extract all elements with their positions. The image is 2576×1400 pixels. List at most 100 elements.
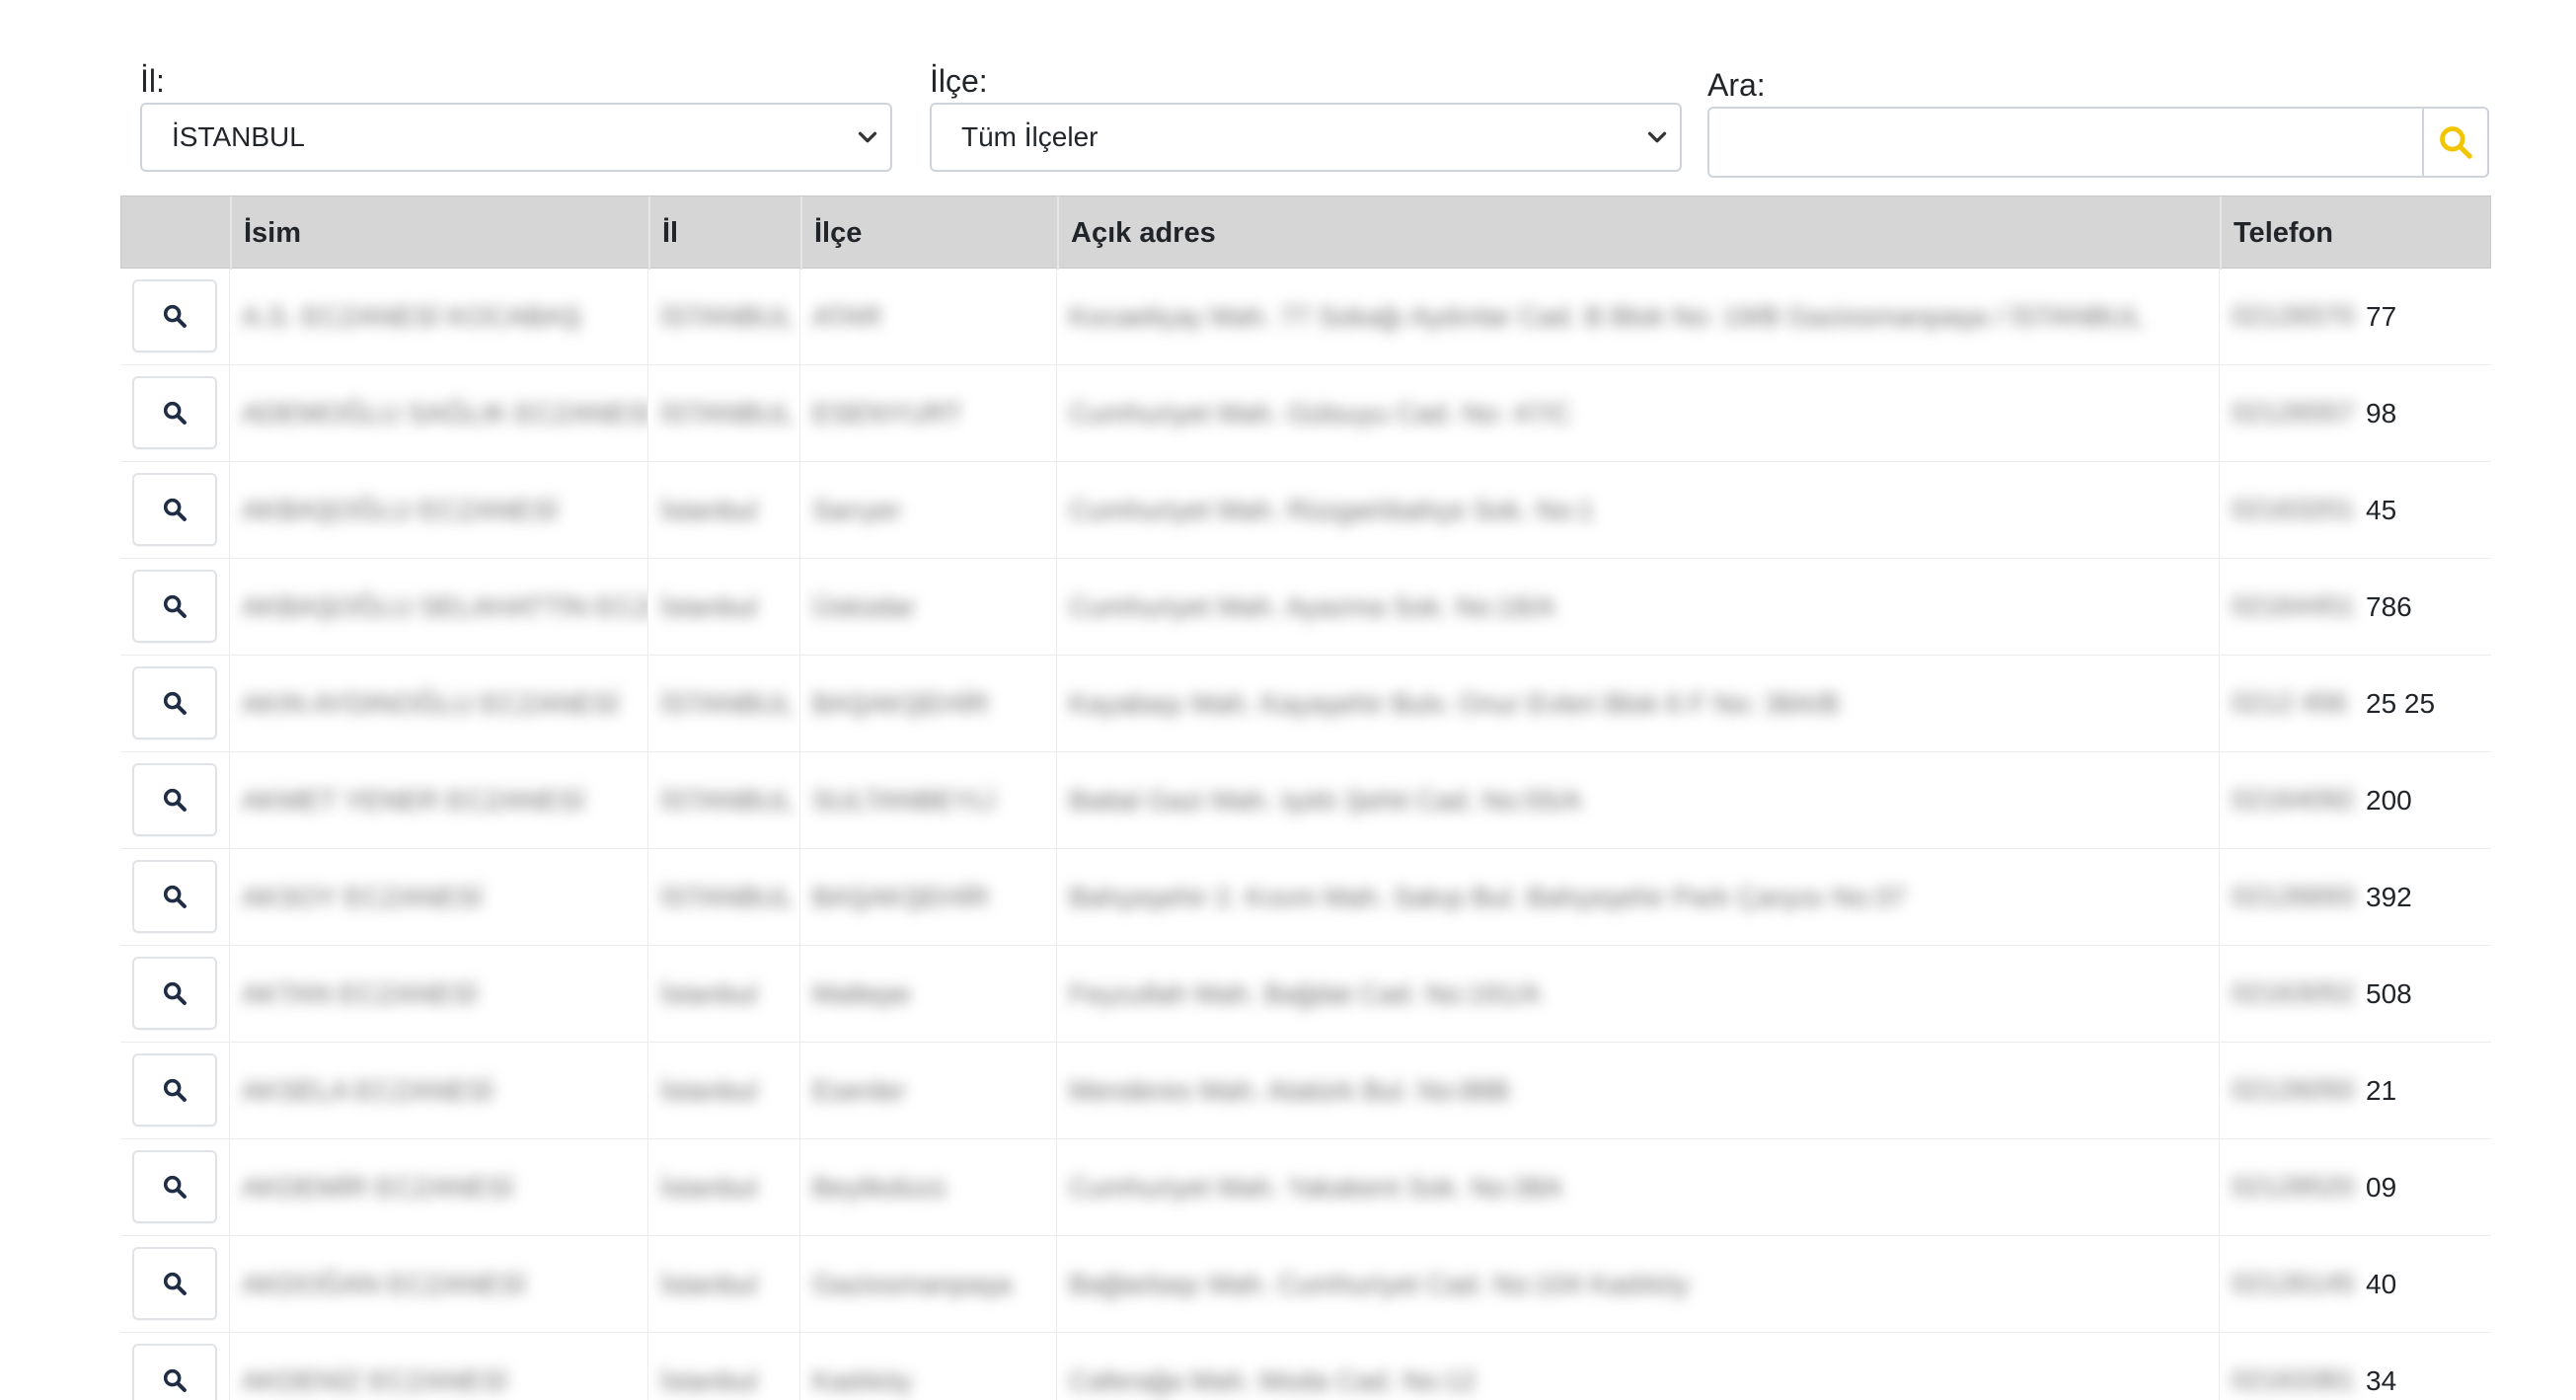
cell-isim-text: AKTAN ECZANESİ	[242, 978, 479, 1009]
ilce-label: İlçe:	[930, 63, 988, 99]
row-view-button[interactable]	[132, 376, 217, 449]
cell-telefon: 02126693 392	[2219, 849, 2491, 946]
il-select[interactable]: İSTANBUL	[140, 103, 892, 172]
row-view-button[interactable]	[132, 473, 217, 546]
cell-isim-text: AKBAŞOĞLU SELAHATTİN ECZANESİ	[242, 591, 647, 622]
search-input[interactable]	[1707, 107, 2424, 178]
search-icon	[163, 304, 187, 328]
cell-adres-text: Feyzullah Mah. Bağdat Cad. No:191/A	[1069, 978, 1541, 1009]
cell-adres: Caferağa Mah. Moda Cad. No:12	[1056, 1333, 2219, 1400]
cell-isim: AKSOY ECZANESİ	[229, 849, 647, 946]
telefon-visible-part: 21	[2366, 1075, 2397, 1106]
header-action	[121, 196, 230, 270]
row-view-button[interactable]	[132, 860, 217, 933]
cell-il: İSTANBUL	[647, 849, 799, 946]
search-button[interactable]	[2422, 107, 2489, 178]
cell-ilce: Gaziosmanpaşa	[799, 1236, 1056, 1333]
row-view-button[interactable]	[132, 1247, 217, 1320]
cell-telefon: 0212 456 25 25	[2219, 656, 2491, 752]
cell-il-text: İSTANBUL	[660, 301, 794, 332]
cell-adres-text: Battal Gazi Mah. Işıklı Şehit Cad. No:55…	[1069, 785, 1582, 816]
cell-adres: Cumhuriyet Mah. Ayazma Sok. No:18/A	[1056, 559, 2219, 656]
search-icon	[163, 594, 187, 618]
search-icon	[163, 1078, 187, 1102]
table-row: A.S. ECZANESİ KOCABAŞ İSTANBUL ATAR Kocaeli…	[120, 269, 2491, 365]
row-view-button[interactable]	[132, 957, 217, 1030]
cell-telefon: 02163052 508	[2219, 946, 2491, 1043]
row-action-cell	[120, 656, 229, 752]
cell-ilce-text: ATAR	[812, 301, 882, 332]
cell-adres-text: Bahçeşehir 2. Kısım Mah. Sakıp Bul. Bahç…	[1069, 882, 1907, 912]
cell-il: İstanbul	[647, 462, 799, 559]
table-row: AKSELA ECZANESİ İstanbul Esenler Menderes M…	[120, 1043, 2491, 1139]
search-icon	[2440, 126, 2472, 159]
cell-il: İstanbul	[647, 1236, 799, 1333]
header-acik-adres[interactable]: Açık adres	[1057, 196, 2220, 270]
header-telefon[interactable]: Telefon	[2220, 196, 2491, 270]
cell-isim-text: AKDOĞAN ECZANESİ	[242, 1269, 526, 1299]
cell-isim-text: AKDEMİR ECZANESİ	[242, 1172, 514, 1203]
telefon-hidden-part: 02128520	[2232, 1171, 2355, 1202]
ilce-select-value: Tüm İlçeler	[961, 121, 1099, 152]
cell-isim-text: AKSELA ECZANESİ	[242, 1075, 494, 1106]
row-view-button[interactable]	[132, 1053, 217, 1127]
row-view-button[interactable]	[132, 666, 217, 739]
cell-il-text: İstanbul	[660, 1172, 758, 1203]
row-view-button[interactable]	[132, 1344, 217, 1400]
table-header: İsim İl İlçe Açık adres Telefon	[120, 195, 2491, 270]
row-view-button[interactable]	[132, 279, 217, 352]
header-isim[interactable]: İsim	[230, 196, 648, 270]
cell-telefon: 02126570 77	[2219, 269, 2491, 365]
row-action-cell	[120, 365, 229, 462]
cell-isim: AKTAN ECZANESİ	[229, 946, 647, 1043]
telefon-hidden-part: 0212 456	[2232, 687, 2347, 718]
cell-ilce-text: Sarıyer	[812, 495, 902, 525]
telefon-hidden-part: 02126050	[2232, 1074, 2355, 1105]
cell-adres-text: Cumhuriyet Mah. Gülsuyu Cad. No: 47/C	[1069, 398, 1571, 428]
cell-isim-text: AKMET YENER ECZANESİ	[242, 785, 585, 816]
cell-adres-text: Bağlarbaşı Mah. Cumhuriyet Cad. No:104 K…	[1069, 1269, 1690, 1299]
cell-telefon: 02128520 09	[2219, 1139, 2491, 1236]
telefon-visible-part: 45	[2366, 495, 2397, 525]
cell-isim: AKBAŞOĞLU ECZANESİ	[229, 462, 647, 559]
row-view-button[interactable]	[132, 763, 217, 836]
telefon-hidden-part: 02126557	[2232, 397, 2355, 428]
cell-isim: AKDENİZ ECZANESİ	[229, 1333, 647, 1400]
telefon-hidden-part: 02163052	[2232, 977, 2355, 1008]
cell-telefon: 02163201 45	[2219, 462, 2491, 559]
cell-il-text: İstanbul	[660, 1075, 758, 1106]
table-row: AKDEMİR ECZANESİ İstanbul Beylikdüzü Cumhur…	[120, 1139, 2491, 1236]
ara-label: Ara:	[1707, 67, 1766, 103]
search-icon	[163, 1368, 187, 1392]
cell-adres: Menderes Mah. Atatürk Bul. No:88B	[1056, 1043, 2219, 1139]
cell-isim: AKMET YENER ECZANESİ	[229, 752, 647, 849]
cell-ilce: ESENYURT	[799, 365, 1056, 462]
cell-adres-text: Cumhuriyet Mah. Ayazma Sok. No:18/A	[1069, 591, 1555, 622]
cell-ilce-text: ESENYURT	[812, 398, 962, 428]
telefon-visible-part: 98	[2366, 398, 2397, 428]
header-il[interactable]: İl	[648, 196, 800, 270]
row-view-button[interactable]	[132, 1150, 217, 1223]
cell-adres: Battal Gazi Mah. Işıklı Şehit Cad. No:55…	[1056, 752, 2219, 849]
row-view-button[interactable]	[132, 570, 217, 643]
telefon-visible-part: 786	[2366, 591, 2412, 622]
cell-adres: Cumhuriyet Mah. Gülsuyu Cad. No: 47/C	[1056, 365, 2219, 462]
cell-adres: Kocaeliçay Mah. 77 Sokağı Aydınlar Cad. …	[1056, 269, 2219, 365]
cell-il: İstanbul	[647, 559, 799, 656]
cell-isim: AKDOĞAN ECZANESİ	[229, 1236, 647, 1333]
cell-il: İstanbul	[647, 1333, 799, 1400]
ilce-select[interactable]: Tüm İlçeler	[930, 103, 1682, 172]
search-icon	[163, 885, 187, 908]
cell-adres: Cumhuriyet Mah. Yakakent Sok. No:38A	[1056, 1139, 2219, 1236]
filter-bar: İl: İSTANBUL İlçe: Tüm İlçeler Ara:	[140, 61, 2489, 190]
cell-isim: AKSELA ECZANESİ	[229, 1043, 647, 1139]
cell-telefon: 02126557 98	[2219, 365, 2491, 462]
table-row: AKBAŞOĞLU ECZANESİ İstanbul Sarıyer Cumhuri…	[120, 462, 2491, 559]
search-icon	[163, 498, 187, 521]
cell-il-text: İstanbul	[660, 495, 758, 525]
il-select-value: İSTANBUL	[172, 121, 305, 152]
cell-il: İstanbul	[647, 946, 799, 1043]
header-ilce[interactable]: İlçe	[800, 196, 1057, 270]
cell-adres-text: Cumhuriyet Mah. Rüzgarlıbahçe Sok. No:1	[1069, 495, 1595, 525]
row-action-cell	[120, 946, 229, 1043]
